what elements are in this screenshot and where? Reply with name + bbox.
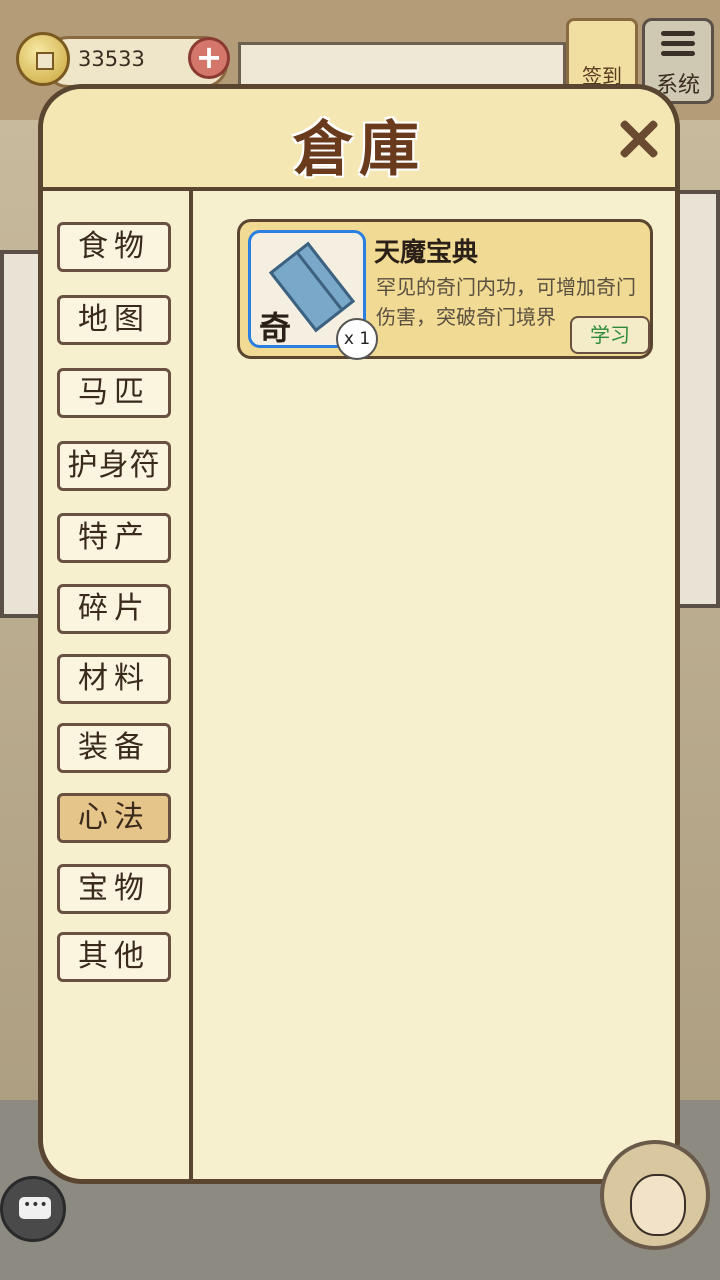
plus-icon: +: [195, 38, 223, 76]
coin-icon: [16, 32, 70, 86]
item-type-mark: 奇: [259, 309, 292, 347]
close-icon[interactable]: [615, 115, 663, 163]
chat-button[interactable]: [0, 1176, 66, 1242]
category-equipment[interactable]: 装备: [57, 723, 171, 773]
panel-header: 倉庫: [43, 89, 675, 191]
category-specialty[interactable]: 特产: [57, 513, 171, 563]
avatar-face: [630, 1174, 686, 1236]
category-map[interactable]: 地图: [57, 295, 171, 345]
category-amulet[interactable]: 护身符: [57, 441, 171, 491]
item-card[interactable]: 奇 x 1 天魔宝典 罕见的奇门内功，可增加奇门伤害，突破奇门境界 学习: [237, 219, 653, 360]
item-quantity-badge: x 1: [336, 318, 378, 360]
category-technique[interactable]: 心法: [57, 793, 171, 843]
item-name: 天魔宝典: [374, 238, 479, 268]
sidebar-divider: [189, 191, 193, 1179]
coin-value: 33533: [78, 47, 145, 71]
player-avatar[interactable]: [600, 1140, 710, 1250]
category-other[interactable]: 其他: [57, 932, 171, 982]
category-treasure[interactable]: 宝物: [57, 864, 171, 914]
learn-button[interactable]: 学习: [570, 316, 650, 354]
category-fragment[interactable]: 碎片: [57, 584, 171, 634]
category-material[interactable]: 材料: [57, 654, 171, 704]
category-horse[interactable]: 马匹: [57, 368, 171, 418]
menu-icon: [661, 31, 695, 61]
chat-icon: [19, 1197, 51, 1219]
add-coins-button[interactable]: +: [188, 37, 230, 79]
panel-title: 倉庫: [293, 115, 425, 185]
category-food[interactable]: 食物: [57, 222, 171, 272]
warehouse-panel: 倉庫 食物 地图 马匹 护身符 特产 碎片 材料 装备 心法 宝物 其他 奇 x…: [38, 84, 680, 1184]
